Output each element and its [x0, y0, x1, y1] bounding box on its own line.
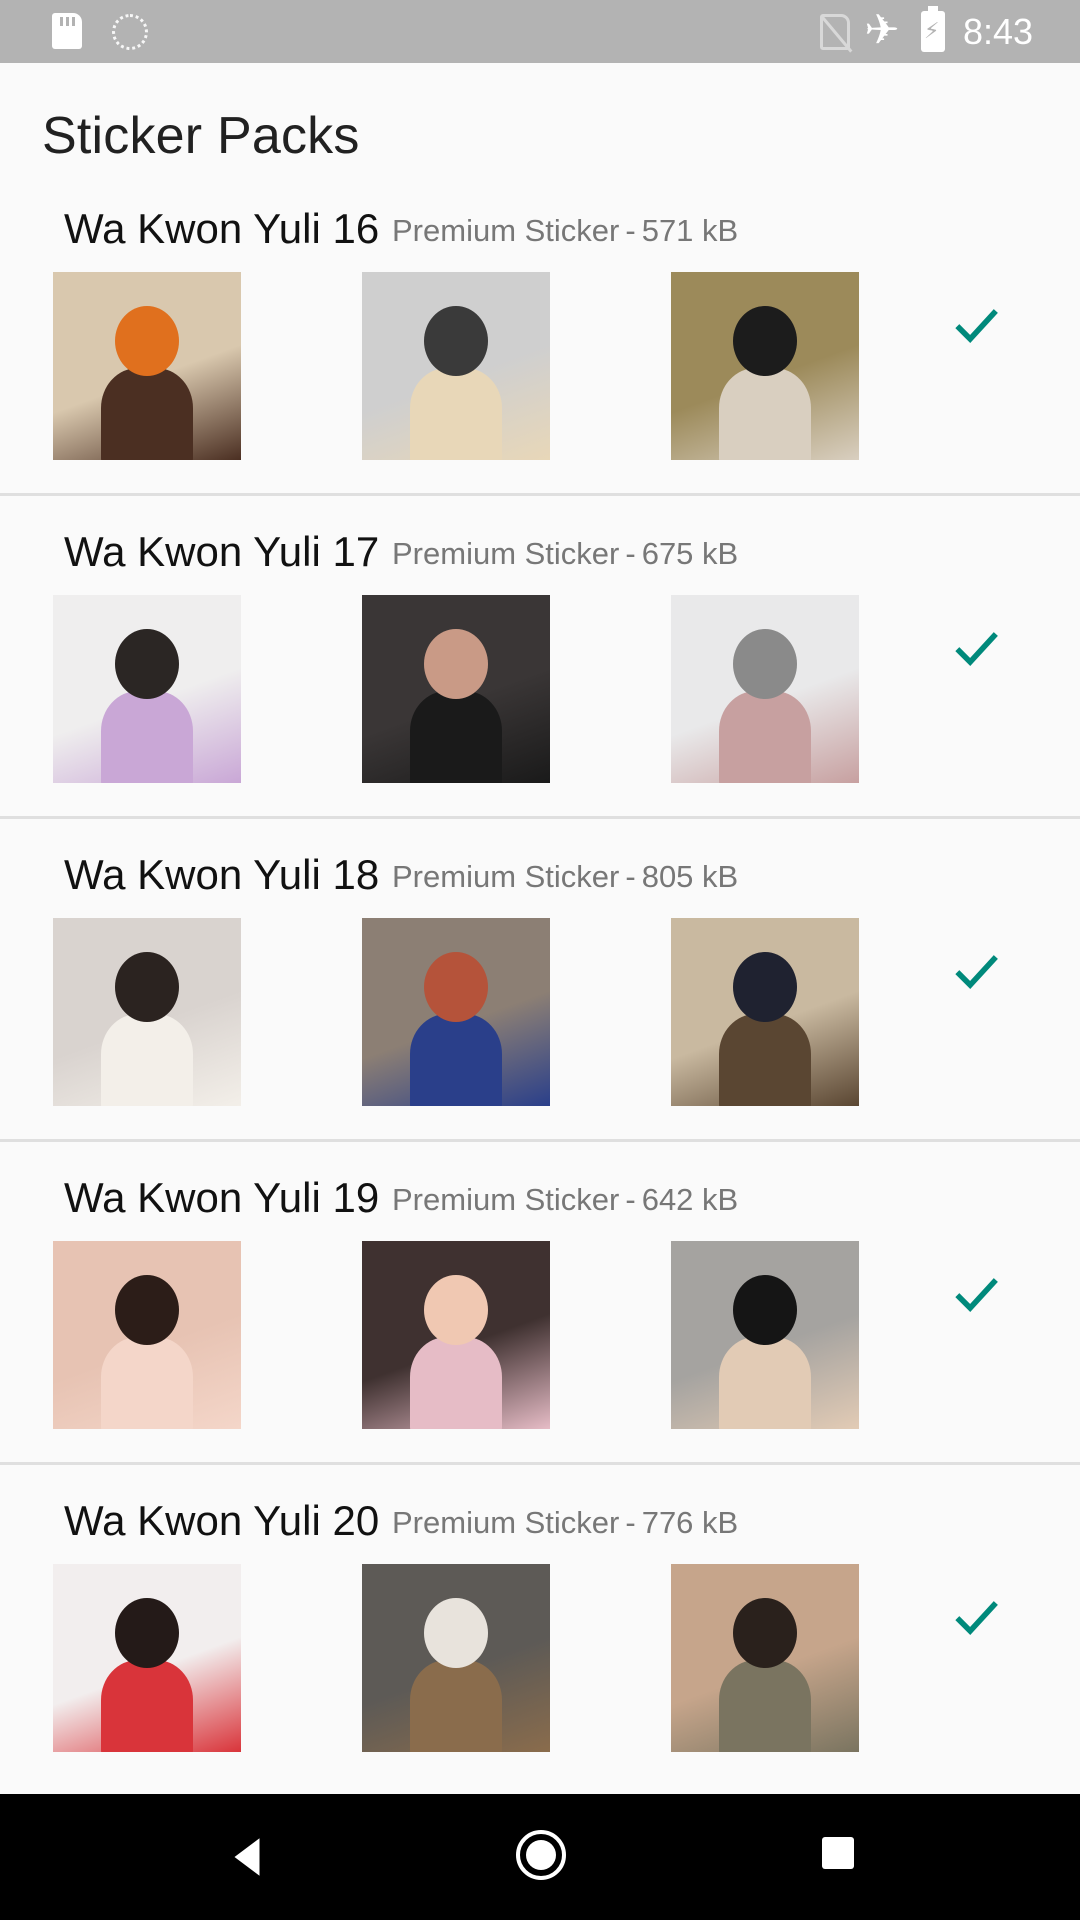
added-check-icon[interactable]	[948, 1266, 1004, 1322]
thumbnail-figure-body	[410, 1337, 502, 1429]
sticker-thumbnail	[671, 918, 859, 1106]
thumbnail-figure-body	[719, 1014, 811, 1106]
thumbnail-figure-head	[115, 629, 179, 699]
thumbnail-figure-body	[101, 1337, 193, 1429]
pack-meta-separator: -	[625, 213, 636, 248]
added-check-icon[interactable]	[948, 297, 1004, 353]
sticker-thumbnail	[53, 1564, 241, 1752]
thumbnail-figure-body	[101, 691, 193, 783]
back-icon[interactable]	[222, 1832, 272, 1882]
pack-size: 776 kB	[641, 1505, 739, 1540]
pack-meta: Premium Sticker -675 kB	[392, 536, 738, 572]
added-check-icon[interactable]	[948, 620, 1004, 676]
pack-publisher: Premium Sticker	[392, 536, 620, 571]
thumbnail-figure-head	[115, 952, 179, 1022]
pack-meta-separator: -	[625, 1505, 636, 1540]
pack-meta: Premium Sticker -642 kB	[392, 1182, 738, 1218]
sticker-thumbnail	[53, 918, 241, 1106]
pack-name: Wa Kwon Yuli 16	[64, 205, 380, 252]
sticker-thumbnail	[362, 1564, 550, 1752]
sticker-thumbnail	[362, 272, 550, 460]
sticker-thumbnail	[362, 595, 550, 783]
sticker-thumbnail	[362, 918, 550, 1106]
thumbnail-figure-head	[733, 1598, 797, 1668]
thumbnail-figure-head	[733, 306, 797, 376]
thumbnail-figure-body	[410, 691, 502, 783]
sticker-thumbnail	[53, 272, 241, 460]
thumbnail-figure-body	[101, 1660, 193, 1752]
sticker-thumbnail	[671, 595, 859, 783]
battery-charging-icon	[921, 6, 945, 52]
pack-publisher: Premium Sticker	[392, 859, 620, 894]
thumbnail-figure-head	[424, 1275, 488, 1345]
sticker-pack-item[interactable]: Wa Kwon Yuli 20 Premium Sticker -776 kB	[0, 1465, 1080, 1788]
thumbnail-figure-head	[424, 306, 488, 376]
sync-icon	[112, 14, 148, 50]
pack-name: Wa Kwon Yuli 20	[64, 1497, 380, 1544]
thumbnail-figure-head	[424, 1598, 488, 1668]
pack-size: 675 kB	[641, 536, 739, 571]
status-clock: 8:43	[963, 11, 1034, 52]
sticker-pack-item[interactable]: Wa Kwon Yuli 16 Premium Sticker -571 kB	[0, 173, 1080, 496]
pack-meta: Premium Sticker -805 kB	[392, 859, 738, 895]
navigation-bar	[0, 1794, 1080, 1920]
sticker-thumbnail	[671, 1241, 859, 1429]
pack-meta-separator: -	[625, 536, 636, 571]
thumbnail-figure-head	[424, 629, 488, 699]
thumbnail-figure-head	[115, 1598, 179, 1668]
home-icon[interactable]	[516, 1830, 566, 1880]
thumbnail-figure-head	[733, 1275, 797, 1345]
sticker-pack-item[interactable]: Wa Kwon Yuli 19 Premium Sticker -642 kB	[0, 1142, 1080, 1465]
sticker-thumbnail	[671, 1564, 859, 1752]
pack-meta-separator: -	[625, 1182, 636, 1217]
thumbnail-figure-head	[733, 952, 797, 1022]
thumbnail-figure-body	[101, 368, 193, 460]
sticker-thumbnail	[53, 595, 241, 783]
sticker-pack-item[interactable]: Wa Kwon Yuli 18 Premium Sticker -805 kB	[0, 819, 1080, 1142]
thumbnail-figure-body	[410, 1014, 502, 1106]
pack-size: 805 kB	[641, 859, 739, 894]
thumbnail-figure-head	[733, 629, 797, 699]
added-check-icon[interactable]	[948, 943, 1004, 999]
page-title: Sticker Packs	[42, 107, 360, 165]
pack-size: 571 kB	[641, 213, 739, 248]
pack-meta: Premium Sticker -571 kB	[392, 213, 738, 249]
thumbnail-figure-body	[101, 1014, 193, 1106]
thumbnail-figure-head	[115, 306, 179, 376]
airplane-mode-icon: ✈	[864, 6, 900, 53]
thumbnail-figure-body	[410, 1660, 502, 1752]
sticker-thumbnail	[362, 1241, 550, 1429]
pack-meta-separator: -	[625, 859, 636, 894]
pack-size: 642 kB	[641, 1182, 739, 1217]
thumbnail-figure-body	[719, 1660, 811, 1752]
sticker-pack-item[interactable]: Wa Kwon Yuli 17 Premium Sticker -675 kB	[0, 496, 1080, 819]
thumbnail-figure-body	[719, 691, 811, 783]
thumbnail-figure-head	[115, 1275, 179, 1345]
added-check-icon[interactable]	[948, 1589, 1004, 1645]
sd-card-icon	[52, 13, 82, 49]
pack-name: Wa Kwon Yuli 19	[64, 1174, 380, 1221]
pack-publisher: Premium Sticker	[392, 1182, 620, 1217]
thumbnail-figure-body	[719, 1337, 811, 1429]
pack-publisher: Premium Sticker	[392, 1505, 620, 1540]
pack-name: Wa Kwon Yuli 18	[64, 851, 380, 898]
thumbnail-figure-body	[719, 368, 811, 460]
sticker-thumbnail	[53, 1241, 241, 1429]
thumbnail-figure-head	[424, 952, 488, 1022]
thumbnail-figure-body	[410, 368, 502, 460]
status-bar: ✈ 8:43	[0, 0, 1080, 63]
pack-meta: Premium Sticker -776 kB	[392, 1505, 738, 1541]
pack-name: Wa Kwon Yuli 17	[64, 528, 380, 575]
pack-publisher: Premium Sticker	[392, 213, 620, 248]
no-sim-icon	[820, 14, 850, 50]
recents-icon[interactable]	[822, 1837, 854, 1869]
sticker-thumbnail	[671, 272, 859, 460]
